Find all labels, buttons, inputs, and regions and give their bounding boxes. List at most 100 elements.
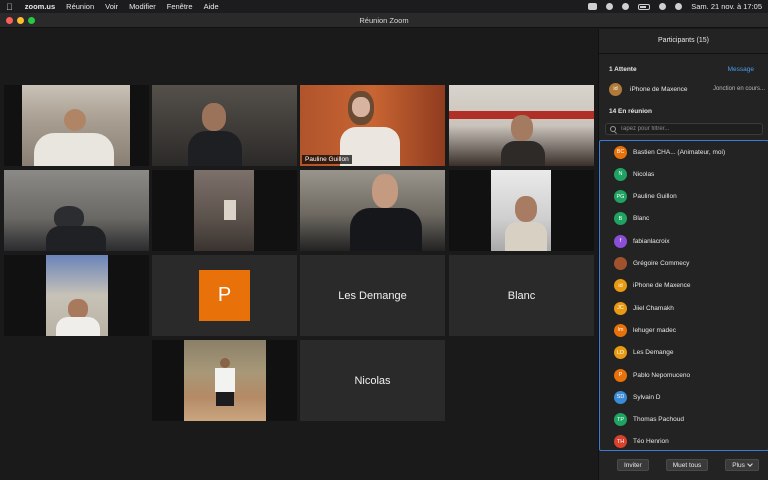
menu-app-zoom[interactable]: zoom.us [25,2,55,11]
participant-row[interactable]: Grégoire Commecy [614,256,764,272]
in-meeting-header: 14 En réunion [609,108,652,115]
participant-row[interactable]: PG Pauline Guillon [614,189,764,205]
participant-row[interactable]: SD Sylvain D [614,389,764,405]
control-center-icon[interactable] [659,3,667,10]
menubar-status-area: Sam. 21 nov. à 17:05 [588,2,762,11]
window-titlebar: Réunion Zoom [0,13,768,28]
participant-row[interactable]: LD Les Demange [614,345,764,361]
video-feed-body [505,222,547,251]
participant-avatar: id [614,279,627,293]
video-tile[interactable] [152,340,297,421]
display-icon[interactable] [606,3,614,10]
participant-name: Pablo Nepomuceno [633,371,691,379]
participant-row[interactable]: JC Jiiel Chamakh [614,300,764,316]
siri-icon[interactable] [675,3,683,10]
participant-name: Jiiel Chamakh [633,304,674,312]
participant-row[interactable]: BC Bastien CHA... (Animateur, moi) [614,144,764,160]
participant-avatar: id [609,82,622,96]
menu-fenetre[interactable]: Fenêtre [167,2,193,11]
video-tile-active-speaker[interactable]: Pauline Guillon [300,85,445,166]
waiting-participant-row[interactable]: id iPhone de Maxence Jonction en cours..… [609,81,765,97]
message-waiting-room-link[interactable]: Message [728,66,754,73]
joining-status: Jonction en cours... [712,86,765,92]
participant-name: Les Demange [633,349,674,357]
video-tile[interactable] [300,170,445,251]
video-feed-body [188,131,242,166]
video-off-tile[interactable]: Blanc [449,255,594,336]
more-button[interactable]: Plus [725,459,759,471]
participant-avatar: PG [614,190,627,204]
menu-modifier[interactable]: Modifier [129,2,156,11]
participant-avatar: LD [614,346,627,360]
participants-panel: Participants (15) 1 Attente Message id i… [598,29,768,480]
wifi-icon[interactable] [622,3,630,10]
participant-avatar: JC [614,301,627,315]
participant-name: Pauline Guillon [633,193,677,201]
participant-avatar: BC [614,145,627,159]
participant-row[interactable]: lm lehuger madec [614,322,764,338]
macos-menubar:  zoom.us Réunion Voir Modifier Fenêtre … [0,0,768,13]
participant-avatar: B [614,212,627,226]
video-off-tile[interactable]: Nicolas [300,340,445,421]
participant-filter-input[interactable] [620,126,760,132]
traffic-lights [6,16,35,24]
participant-avatar [614,257,627,270]
minimize-window-button[interactable] [17,16,24,24]
search-icon [610,126,616,132]
window-title: Réunion Zoom [359,15,409,25]
video-feed-person [515,196,537,222]
participant-search[interactable] [605,123,763,135]
video-tile[interactable] [4,85,149,166]
close-window-button[interactable] [6,16,13,24]
video-off-tile[interactable]: Les Demange [300,255,445,336]
participant-name: fabianlacroix [633,237,670,245]
participant-row[interactable]: TH Téo Henrion [614,434,764,450]
video-feed-person [202,103,226,131]
participant-avatar: SD [614,390,627,404]
participant-name: Sylvain D [633,393,661,401]
menu-reunion[interactable]: Réunion [66,2,94,11]
video-feed-person [511,115,533,141]
invite-button[interactable]: Inviter [617,459,649,471]
participant-avatar: N [614,167,627,181]
video-feed-body [501,141,545,166]
video-tile[interactable] [4,170,149,251]
participant-name: Bastien CHA... (Animateur, moi) [633,148,726,156]
video-tile[interactable] [152,170,297,251]
participants-panel-title: Participants (15) [658,37,709,44]
participant-row[interactable]: id iPhone de Maxence [614,278,764,294]
menubar-clock[interactable]: Sam. 21 nov. à 17:05 [691,2,762,11]
video-tile[interactable] [449,170,594,251]
zoom-status-icon[interactable] [588,3,598,10]
participant-name: iPhone de Maxence [630,85,688,93]
participant-name: Les Demange [338,289,407,302]
participant-avatar: TP [614,413,627,427]
participant-avatar: P [614,368,627,382]
participant-row[interactable]: f fabianlacroix [614,233,764,249]
video-feed-legs [216,392,234,406]
video-tile[interactable] [152,85,297,166]
participant-row[interactable]: B Blanc [614,211,764,227]
participant-name: Blanc [633,215,650,223]
video-feed-body [34,133,114,166]
participant-row[interactable]: TP Thomas Pachoud [614,412,764,428]
video-tile[interactable] [4,255,149,336]
participant-name: Nicolas [633,170,655,178]
mute-all-button[interactable]: Muet tous [665,459,709,471]
participant-row[interactable]: N Nicolas [614,166,764,182]
participants-list: BC Bastien CHA... (Animateur, moi) N Nicola… [599,140,768,451]
menu-voir[interactable]: Voir [105,2,118,11]
participant-name: iPhone de Maxence [633,282,691,290]
video-feed-person [64,109,86,131]
waiting-room-header: 1 Attente [609,66,637,73]
video-off-tile[interactable]: P [152,255,297,336]
battery-icon[interactable] [638,3,651,10]
participant-name-label: Pauline Guillon [302,155,352,164]
apple-icon[interactable]:  [6,2,13,12]
fullscreen-window-button[interactable] [28,16,35,24]
video-tile[interactable] [449,85,594,166]
participant-row[interactable]: P Pablo Nepomuceno [614,367,764,383]
participant-name: Nicolas [354,374,391,387]
gallery-view: Pauline Guillon P Les Demange Blanc Nico… [0,29,597,480]
menu-aide[interactable]: Aide [204,2,219,11]
